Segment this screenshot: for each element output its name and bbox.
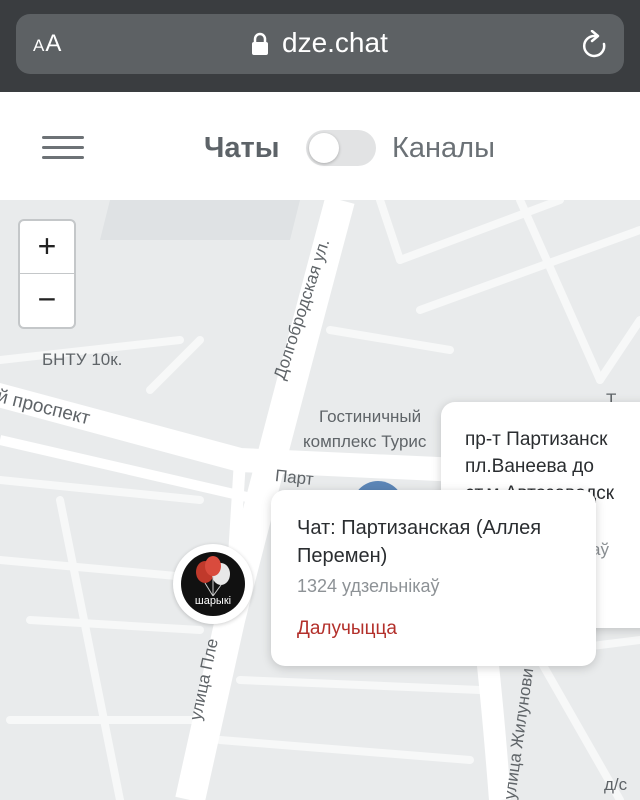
map-label-partizan: Парт [274,466,315,489]
chat-marker[interactable]: шарыкі [173,544,253,624]
toggle-knob [309,133,339,163]
marker-label: шарыкі [194,595,232,607]
text-size-large: A [45,30,63,57]
map-label-bottom-right: д/с [604,775,628,794]
chat-card[interactable]: Чат: Партизанская (Аллея Перемен) 1324 у… [271,490,596,666]
map-label-hotel-1: Гостиничный [319,407,422,426]
text-size-button[interactable]: AA [33,30,62,58]
lock-icon [251,32,269,61]
zoom-out-button[interactable]: − [20,274,74,326]
map[interactable]: БНТУ 10к. й проспект Долгобродская ул. Г… [0,200,640,800]
chat-card-title: Чат: Партизанская (Аллея Перемен) [297,517,542,567]
map-label-hotel-2: комплекс Турис [303,432,427,451]
url-text[interactable]: dze.chat [282,27,388,59]
browser-toolbar: AA dze.chat [0,0,640,92]
reload-icon[interactable] [580,29,610,67]
secondary-card-line: пр-т Партизанск [465,429,608,450]
map-label-bntu: БНТУ 10к. [42,350,123,369]
menu-icon[interactable] [42,136,86,160]
zoom-in-button[interactable]: + [20,221,74,274]
chats-channels-toggle[interactable] [306,130,376,166]
chats-label[interactable]: Чаты [204,132,279,165]
chat-card-members: 1324 удзельнікаў [297,576,440,596]
app-header: Чаты Каналы [0,92,640,200]
secondary-card-line: пл.Ванеева до [465,456,594,477]
join-link[interactable]: Далучыцца [297,618,397,640]
balloons-icon: шарыкі [181,552,245,616]
text-size-small: A [33,36,46,55]
zoom-control: + − [18,219,76,329]
channels-label[interactable]: Каналы [392,132,495,165]
